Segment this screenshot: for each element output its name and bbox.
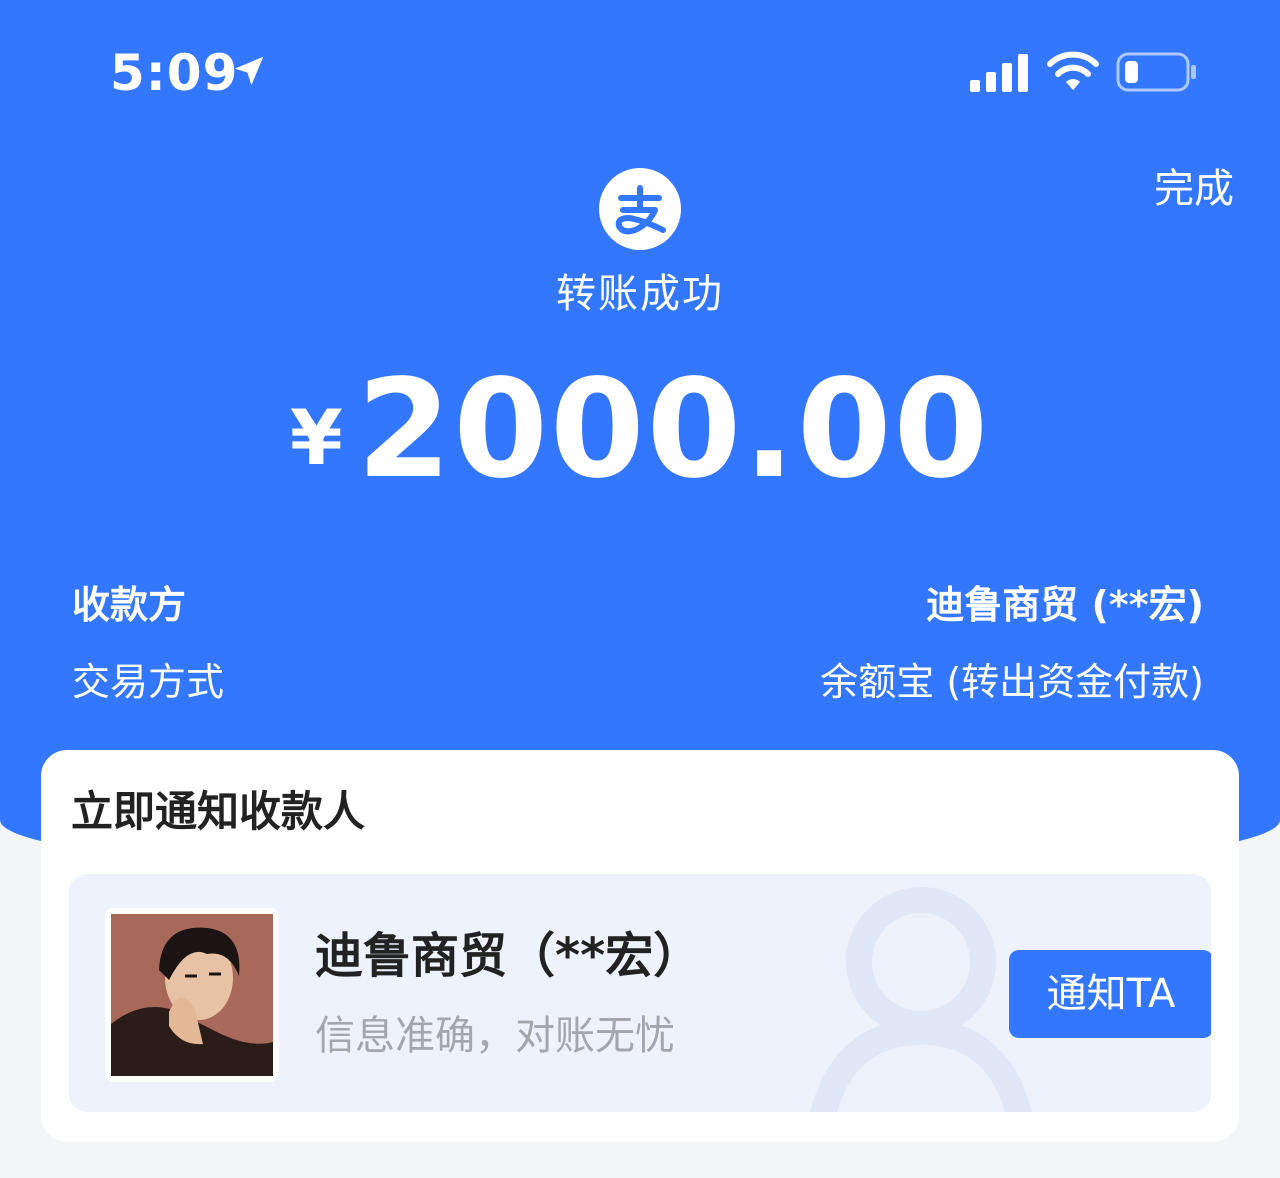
done-button[interactable]: 完成 <box>1154 162 1234 216</box>
location-arrow-icon <box>234 56 264 86</box>
detail-value: 迪鲁商贸 (**宏) <box>926 583 1204 627</box>
detail-row-payee: 收款方 迪鲁商贸 (**宏) <box>72 575 1204 635</box>
notify-payee-button[interactable]: 通知TA <box>1009 950 1211 1038</box>
currency-symbol: ¥ <box>289 393 343 482</box>
notify-payee-card: 立即通知收款人 迪鲁商贸（**宏） 信息准确，对账无忧 通知TA <box>41 750 1239 1142</box>
detail-label: 收款方 <box>72 583 187 627</box>
alipay-logo-icon <box>599 168 681 250</box>
avatar <box>105 908 279 1082</box>
detail-row-payment-method: 交易方式 余额宝 (转出资金付款) <box>72 652 1204 712</box>
card-title: 立即通知收款人 <box>71 787 366 836</box>
cellular-signal-icon <box>970 54 1028 92</box>
page-title: 转账成功 <box>556 271 724 317</box>
amount-value: 2000.00 <box>356 351 991 509</box>
detail-label: 交易方式 <box>72 660 225 704</box>
payee-name: 迪鲁商贸（**宏） <box>315 928 702 984</box>
avatar-image <box>111 914 273 1076</box>
status-bar: 5:09 <box>0 0 1280 150</box>
payee-subtitle: 信息准确，对账无忧 <box>315 1013 675 1059</box>
battery-icon <box>1116 52 1196 92</box>
amount-display: ¥2000.00 <box>0 360 1280 500</box>
status-time: 5:09 <box>110 44 239 102</box>
wifi-icon <box>1047 51 1099 90</box>
notify-panel: 迪鲁商贸（**宏） 信息准确，对账无忧 通知TA <box>69 874 1211 1112</box>
detail-value: 余额宝 (转出资金付款) <box>820 660 1204 704</box>
